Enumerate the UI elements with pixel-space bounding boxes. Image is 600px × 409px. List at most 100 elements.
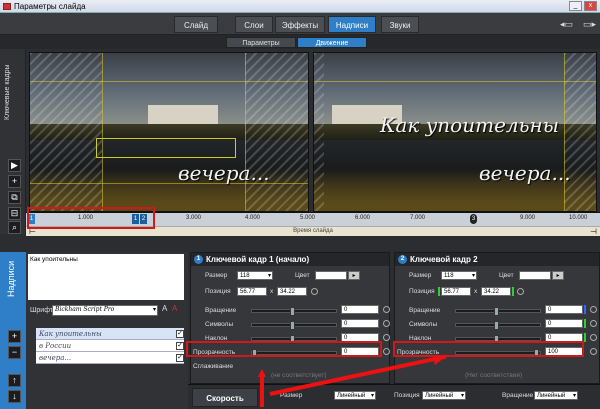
remove-caption-button[interactable]: −	[8, 346, 21, 359]
tab-sounds[interactable]: Звуки	[381, 16, 419, 33]
font-color-icon[interactable]: A	[172, 304, 177, 313]
caption-text-area[interactable]: Как упоительны	[28, 254, 184, 300]
reset-icon[interactable]	[383, 334, 390, 341]
prev-slide-icon[interactable]: ◂▭	[560, 19, 573, 30]
size-label: Размер	[409, 272, 432, 279]
preview-text-line1: Как упоительны	[380, 113, 559, 137]
tick-label: 6.000	[355, 215, 371, 221]
speed-rotation-label: Вращение	[502, 392, 534, 399]
tick-label: 3.000	[186, 215, 202, 221]
tick-label: 7.000	[410, 215, 426, 221]
keyframe1-panel: 1Ключевой кадр 1 (начало) Размер 118 Цве…	[190, 252, 390, 384]
tab-layers[interactable]: Слои	[235, 16, 273, 33]
font-select[interactable]: Bickham Script Pro	[52, 305, 158, 316]
caption-visible-checkbox[interactable]: ✓	[176, 330, 184, 338]
copy-keyframe-button[interactable]: ⧉	[8, 191, 21, 204]
kf2-pos-y[interactable]: 34.22	[481, 287, 511, 296]
preview-end: Как упоительны вечера...	[313, 52, 597, 212]
caption-row[interactable]: вечера...	[36, 352, 184, 364]
annotation-arrow	[260, 377, 264, 407]
reset-icon[interactable]	[383, 320, 390, 327]
tab-captions[interactable]: Надписи	[328, 16, 376, 33]
reset-icon[interactable]	[383, 306, 390, 313]
keyframe-marker-end[interactable]: 3	[470, 214, 477, 224]
speed-position-select[interactable]: Линейный	[422, 391, 466, 400]
tab-effects[interactable]: Эффекты	[275, 16, 325, 33]
add-caption-button[interactable]: +	[8, 330, 21, 343]
kf2-pos-x[interactable]: 56.77	[441, 287, 471, 296]
reset-icon[interactable]	[383, 348, 390, 355]
kf2-size-select[interactable]: 118	[441, 271, 477, 280]
play-button[interactable]: ▶	[8, 159, 21, 172]
size-label: Размер	[205, 272, 228, 279]
preview-start: вечера...	[29, 52, 309, 212]
caption-visible-checkbox[interactable]: ✓	[176, 354, 184, 362]
kf1-color-button[interactable]: ▸	[348, 271, 360, 280]
kf1-pos-y[interactable]: 34.22	[277, 287, 307, 296]
captions-panel: Надписи Как упоительны Шрифт Bickham Scr…	[0, 252, 188, 409]
kf1-symbols-slider[interactable]	[251, 321, 337, 330]
reset-icon[interactable]	[311, 288, 318, 295]
kf2-symbols-slider[interactable]	[455, 321, 541, 330]
tick-label: 10.000	[569, 215, 588, 221]
subtab-motion[interactable]: Движение	[297, 37, 367, 48]
captions-label: Надписи	[6, 260, 16, 298]
add-keyframe-button[interactable]: +	[8, 175, 21, 188]
kf2-symbols-value[interactable]: 0	[545, 319, 583, 328]
keyframe2-title: 2 Ключевой кадр 2	[395, 253, 599, 266]
color-label: Цвет	[295, 272, 310, 279]
caption-row[interactable]: в России	[36, 340, 184, 352]
timeline-end-icon[interactable]: ⊣	[590, 227, 597, 236]
move-down-button[interactable]: ↓	[8, 390, 21, 403]
tick-label: 4.000	[245, 215, 261, 221]
kf1-pos-x[interactable]: 56.77	[237, 287, 267, 296]
remove-keyframe-button[interactable]: ⊟	[8, 207, 21, 220]
highlight-opacity-kf1	[186, 341, 382, 357]
kf2-color-button[interactable]: ▸	[552, 271, 564, 280]
tab-slide[interactable]: Слайд	[174, 16, 218, 33]
next-slide-icon[interactable]: ▭▸	[583, 19, 596, 30]
speed-rotation-select[interactable]: Линейный	[534, 391, 578, 400]
kf1-rotation-slider[interactable]	[251, 307, 337, 316]
caption-visible-checkbox[interactable]: ✓	[176, 342, 184, 350]
close-button[interactable]: x	[584, 1, 597, 11]
preview-text-line2: вечера...	[178, 161, 270, 185]
reset-icon[interactable]	[590, 348, 597, 355]
reset-icon[interactable]	[517, 288, 524, 295]
speed-size-select[interactable]: Линейный	[334, 391, 376, 400]
sub-tabs: Параметры Движение	[0, 35, 600, 49]
reset-icon[interactable]	[590, 320, 597, 327]
monastery-image	[148, 105, 218, 125]
move-up-button[interactable]: ↑	[8, 374, 21, 387]
speed-button[interactable]: Скорость	[192, 388, 258, 407]
reset-icon[interactable]	[590, 334, 597, 341]
subtab-parameters[interactable]: Параметры	[226, 37, 296, 48]
window-titlebar: Параметры слайда _ x	[0, 0, 600, 13]
kf1-rotation-value[interactable]: 0	[341, 305, 379, 314]
keyframe2-panel: 2Ключевой кадр 2 Размер 118 Цвет ▸ Позиц…	[394, 252, 600, 384]
rotation-label: Вращение	[409, 307, 441, 314]
keyframes-label: Ключевые кадры	[4, 64, 11, 120]
reset-icon[interactable]	[590, 306, 597, 313]
kf2-color-swatch[interactable]	[519, 271, 551, 280]
tick-label: 9.000	[520, 215, 536, 221]
color-label: Цвет	[499, 272, 514, 279]
kf1-size-select[interactable]: 118	[237, 271, 273, 280]
kf2-rotation-value[interactable]: 0	[545, 305, 583, 314]
tick-label: 5.000	[300, 215, 316, 221]
speed-bar: Скорость Размер Линейный Позиция Линейны…	[188, 384, 600, 409]
kf1-color-swatch[interactable]	[315, 271, 347, 280]
text-bounding-box[interactable]	[96, 138, 236, 158]
zoom-icon[interactable]: ⌕	[8, 221, 21, 234]
position-label: Позиция	[205, 288, 231, 295]
caption-row[interactable]: Как упоительны	[36, 328, 184, 340]
minimize-button[interactable]: _	[569, 1, 582, 11]
font-bold-icon[interactable]: A	[162, 304, 167, 313]
symbols-label: Символы	[409, 321, 438, 328]
kf1-symbols-value[interactable]: 0	[341, 319, 379, 328]
kf2-smoothing-value: (Нет соответствия)	[465, 372, 523, 379]
keyframe1-title: 1 Ключевой кадр 1 (начало)	[191, 253, 389, 266]
preview-text-line2: вечера...	[479, 161, 571, 185]
kf2-rotation-slider[interactable]	[455, 307, 541, 316]
font-label: Шрифт	[30, 307, 54, 314]
